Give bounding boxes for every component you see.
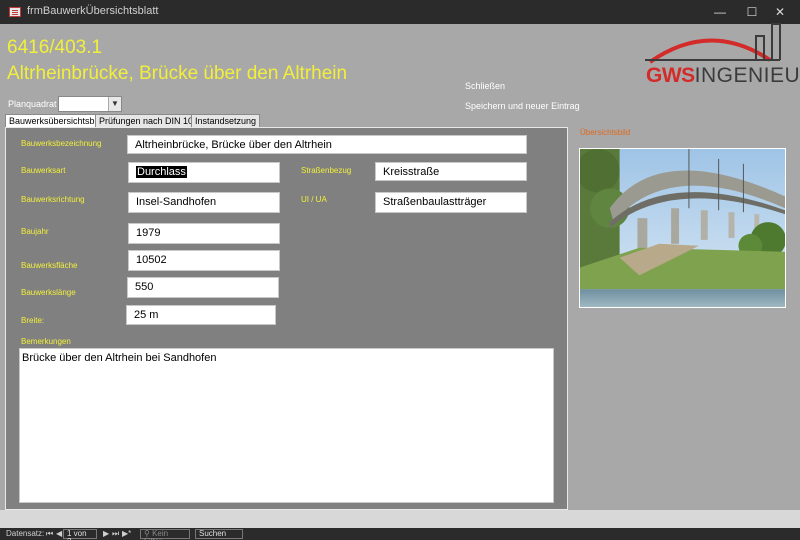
overview-label: Übersichtsbild (580, 128, 631, 137)
flaeche-field[interactable]: 10502 (128, 250, 280, 271)
bauwerk-name: Altrheinbrücke, Brücke über den Altrhein (7, 63, 348, 84)
company-logo: GWSINGENIEURE (646, 64, 800, 87)
window-title-bar[interactable]: frmBauwerkÜbersichtsblatt — ☐ ✕ (0, 0, 800, 24)
bemerkungen-field[interactable]: Brücke über den Altrhein bei Sandhofen (19, 348, 554, 503)
ui-ua-label: UI / UA (301, 195, 327, 204)
ui-ua-field[interactable]: Straßenbaulastträger (375, 192, 527, 213)
overview-photo[interactable] (579, 148, 786, 308)
art-value: Durchlass (136, 166, 187, 178)
strassenbezug-label: Straßenbezug (301, 166, 352, 175)
close-form-link[interactable]: Schließen (465, 81, 505, 91)
laenge-label: Bauwerkslänge (21, 288, 76, 297)
art-field[interactable]: Durchlass (128, 162, 280, 183)
planquadrat-combobox[interactable]: ▼ (58, 96, 122, 112)
breite-field[interactable]: 25 m (126, 305, 276, 325)
save-and-new-link[interactable]: Speichern und neuer Eintrag (465, 101, 580, 111)
status-gap (0, 510, 800, 528)
strassenbezug-field[interactable]: Kreisstraße (375, 162, 527, 181)
baujahr-label: Baujahr (21, 227, 49, 236)
richtung-label: Bauwerksrichtung (21, 195, 85, 204)
first-record-button[interactable]: ⏮ (46, 529, 53, 539)
search-input[interactable]: Suchen (195, 529, 243, 539)
record-navigation-bar: Datensatz: ⏮ ◀ 1 von 3 ▶ ⏭ ▶* ⚲ Kein Fil… (0, 528, 800, 540)
record-label: Datensatz: (6, 529, 45, 538)
richtung-field[interactable]: Insel-Sandhofen (128, 192, 280, 213)
last-record-button[interactable]: ⏭ (112, 529, 119, 539)
laenge-field[interactable]: 550 (127, 277, 279, 298)
new-record-button[interactable]: ▶* (122, 529, 131, 538)
breite-label: Breite: (21, 316, 45, 325)
bauwerk-id: 6416/403.1 (7, 37, 103, 58)
form-icon (9, 7, 21, 17)
planquadrat-label: Planquadrat (8, 99, 57, 109)
flaeche-label: Bauwerksfläche (21, 261, 78, 270)
tab-instandsetzung[interactable]: Instandsetzung (191, 114, 261, 128)
close-window-button[interactable]: ✕ (760, 0, 800, 24)
chevron-down-icon[interactable]: ▼ (108, 97, 121, 111)
record-position-field[interactable]: 1 von 3 (63, 529, 97, 540)
window-title: frmBauwerkÜbersichtsblatt (27, 5, 159, 17)
art-label: Bauwerksart (21, 166, 66, 175)
previous-record-button[interactable]: ◀ (56, 529, 62, 538)
filter-indicator[interactable]: ⚲ Kein Filter (140, 529, 190, 540)
next-record-button[interactable]: ▶ (103, 529, 109, 538)
bezeichnung-label: Bauwerksbezeichnung (21, 139, 102, 148)
baujahr-field[interactable]: 1979 (128, 223, 280, 244)
bemerkungen-label: Bemerkungen (21, 337, 71, 346)
bezeichnung-field[interactable]: Altrheinbrücke, Brücke über den Altrhein (127, 135, 527, 154)
